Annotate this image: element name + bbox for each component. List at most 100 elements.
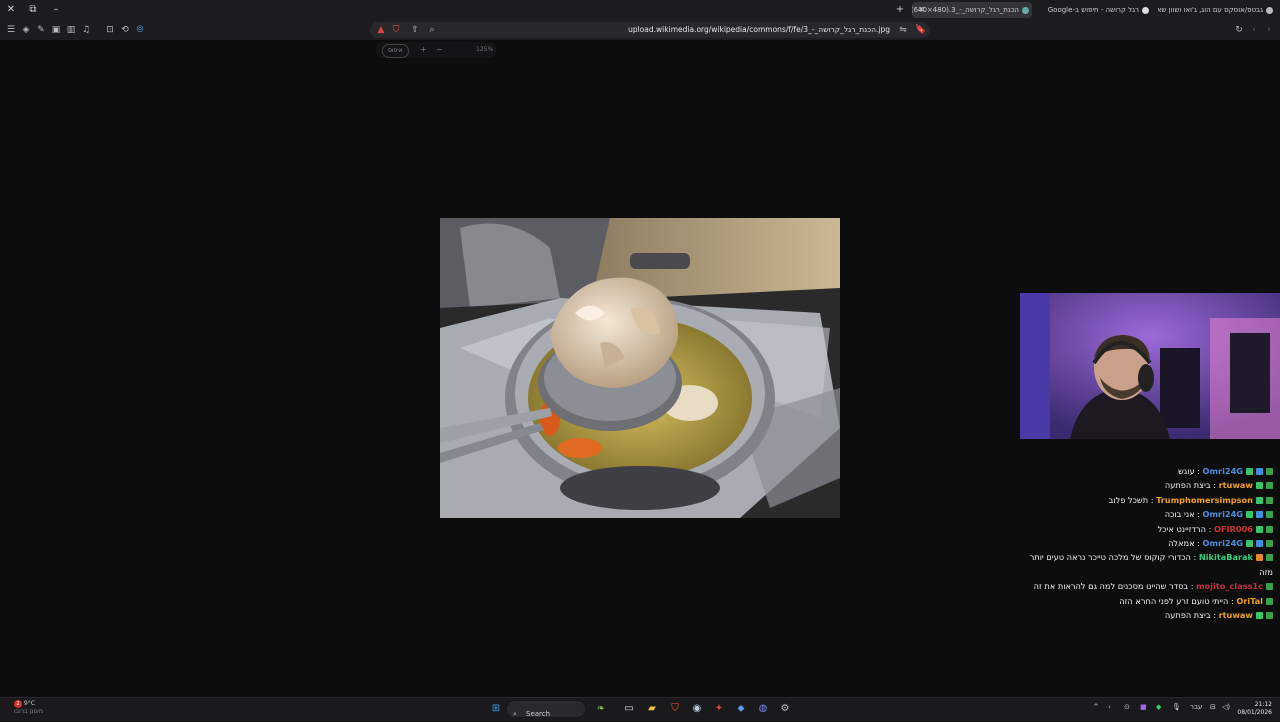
discord-icon[interactable]: ◍: [756, 702, 770, 716]
network-icon[interactable]: ⊟: [1210, 703, 1216, 711]
chat-badge-icon: [1266, 511, 1273, 519]
chat-username[interactable]: rtuwaw: [1219, 480, 1253, 490]
tab-close-icon[interactable]: ✕: [918, 2, 925, 18]
weather-temp: 9°C: [23, 700, 35, 707]
google-icon: [1142, 6, 1149, 14]
restore-window-icon[interactable]: ⧉: [26, 3, 40, 17]
chat-text: תשכל פלוב: [1108, 494, 1149, 505]
chat-text: הייתי טועם זרע לפני החרא הזה: [1119, 595, 1229, 606]
mic-icon[interactable]: 🎙: [1172, 703, 1181, 711]
address-bar[interactable]: ▲ ⛉ ⇧ ⌕ upload.wikimedia.org/wikipedia/c…: [370, 22, 930, 38]
tray-icon[interactable]: ⊙: [1124, 703, 1130, 711]
tab-favicon-icon: [1266, 6, 1273, 14]
chat-username[interactable]: OriTal: [1236, 596, 1263, 606]
chat-badge-icon: [1266, 482, 1273, 490]
tab-stream[interactable]: גבטפ/אוסקס עם הוג, ג'ואו ושוון שאלוש…: [1158, 2, 1276, 18]
chat-separator: :: [1194, 466, 1203, 476]
tab-favicon-icon: [1022, 6, 1029, 14]
taskbar-search[interactable]: ⌕ Search: [507, 701, 585, 718]
chat-badge-icon: [1266, 597, 1273, 605]
file-explorer-icon[interactable]: ▰: [645, 702, 659, 716]
chat-badge-icon: [1266, 612, 1273, 620]
weather-desc: מעונן ברובו: [14, 708, 44, 715]
chat-text: ביצת הפתעה: [1164, 480, 1211, 491]
tray-chevron-icon[interactable]: ^: [1093, 703, 1099, 711]
warning-icon: ▲: [377, 25, 385, 35]
forward-icon[interactable]: ›: [1262, 23, 1276, 37]
image-cooking-pot: [440, 218, 840, 518]
windows-start-icon[interactable]: ⊞: [489, 702, 503, 716]
cooking-photo: [440, 218, 840, 518]
chat-username[interactable]: Trumphomersimpson: [1156, 495, 1253, 505]
chat-message: Omri24G : אמאלה: [1028, 536, 1273, 550]
app-icon[interactable]: ⬥: [734, 702, 748, 716]
back-icon[interactable]: ‹: [1247, 23, 1261, 37]
search-icon: ⌕: [513, 710, 517, 718]
weather-widget[interactable]: 2 9°C מעונן ברובו: [14, 700, 43, 716]
chat-badge-icon: [1256, 612, 1263, 620]
browser-titlebar: ✕ ⧉ – + ✕ הכנת_רגל_קרושה_-_3.jpg (640×48…: [0, 0, 1280, 20]
volume-icon[interactable]: ◁): [1222, 703, 1230, 711]
close-window-icon[interactable]: ✕: [4, 3, 18, 17]
search-label: Search: [526, 710, 551, 718]
zoom-level: 125%: [476, 46, 494, 53]
tray-icon[interactable]: ■: [1140, 703, 1147, 711]
zoom-icon[interactable]: ⌕: [425, 23, 439, 37]
tray-icon[interactable]: ◆: [1156, 703, 1161, 711]
chat-separator: :: [1194, 509, 1203, 520]
chat-message: mojito_class1c : בסדר שהיינו מסכנים למה …: [1028, 579, 1273, 593]
tab-current-image[interactable]: ✕ הכנת_רגל_קרושה_-_3.jpg (640×480): [912, 2, 1032, 18]
chat-username[interactable]: OFIR006: [1214, 524, 1253, 534]
secure-connection-icon[interactable]: ⇋: [896, 23, 910, 37]
chat-message: OriTal : הייתי טועם זרע לפני החרא הזה: [1028, 594, 1273, 608]
chat-separator: :: [1188, 581, 1197, 592]
sync-icon[interactable]: ⟲: [118, 23, 132, 37]
zoom-reset-button[interactable]: איפוס: [382, 44, 409, 58]
chat-username[interactable]: mojito_class1c: [1196, 581, 1263, 591]
chat-username[interactable]: Omri24G: [1203, 538, 1243, 548]
url-text[interactable]: upload.wikimedia.org/wikipedia/commons/f…: [628, 22, 890, 38]
music-icon[interactable]: ♫: [79, 23, 93, 37]
settings-icon[interactable]: ⚙: [778, 702, 792, 716]
brave-shield-icon[interactable]: ⛉: [389, 23, 403, 37]
chat-text: אמאלה: [1168, 538, 1195, 549]
system-clock[interactable]: 21:12 08/01/2026: [1237, 701, 1272, 717]
tab-title: רגל קרושה - חיפוש ב-Google: [1047, 6, 1139, 14]
capture-icon[interactable]: ⊡: [103, 23, 117, 37]
chat-username[interactable]: NikitaBarak: [1199, 552, 1253, 562]
chat-badge-icon: [1246, 540, 1253, 548]
chat-badge-icon: [1246, 468, 1253, 475]
tab-google-search[interactable]: רגל קרושה - חיפוש ב-Google: [1040, 2, 1152, 18]
chat-username[interactable]: Omri24G: [1203, 466, 1243, 476]
steam-icon[interactable]: ◉: [690, 702, 704, 716]
windows-taskbar: 2 9°C מעונן ברובו ⊞ ⌕ Search ❧ ▭ ▰ ⛉ ◉ ✦…: [0, 697, 1280, 721]
panel-icon[interactable]: ▣: [49, 23, 63, 37]
chat-message: Omri24G : אני בוכה: [1028, 507, 1273, 521]
chat-separator: :: [1210, 480, 1219, 491]
zoom-in-button[interactable]: +: [420, 45, 427, 55]
chat-text: בסדר שהיינו מסכנים למה גם להראות את זה: [1033, 581, 1189, 592]
tab-title: הכנת_רגל_קרושה_-_3.jpg (640×480): [912, 6, 1019, 14]
extension-icon[interactable]: ⦾: [133, 23, 147, 37]
chat-badge-icon: [1266, 496, 1273, 504]
zoom-out-button[interactable]: −: [436, 45, 443, 55]
shield-icon[interactable]: ◈: [19, 23, 33, 37]
sidebar-icon[interactable]: ▥: [64, 23, 78, 37]
minimize-window-icon[interactable]: –: [49, 3, 63, 17]
bookmark-icon[interactable]: 🔖: [914, 23, 928, 37]
edit-icon[interactable]: ✎: [34, 23, 48, 37]
brave-browser-icon[interactable]: ⛉: [668, 702, 682, 716]
language-indicator[interactable]: עבר: [1190, 703, 1202, 711]
clock-time: 21:12: [1254, 701, 1272, 708]
share-icon[interactable]: ⇧: [408, 23, 422, 37]
reload-icon[interactable]: ↻: [1232, 23, 1246, 37]
chat-badge-icon: [1256, 540, 1263, 548]
chat-username[interactable]: Omri24G: [1203, 509, 1243, 519]
tray-icon[interactable]: ‹: [1108, 703, 1111, 711]
new-tab-button[interactable]: +: [893, 3, 907, 17]
menu-icon[interactable]: ☰: [4, 23, 18, 37]
widgets-icon[interactable]: ❧: [594, 702, 608, 716]
task-view-icon[interactable]: ▭: [622, 702, 636, 716]
app-icon[interactable]: ✦: [712, 702, 726, 716]
chat-username[interactable]: rtuwaw: [1219, 610, 1253, 620]
